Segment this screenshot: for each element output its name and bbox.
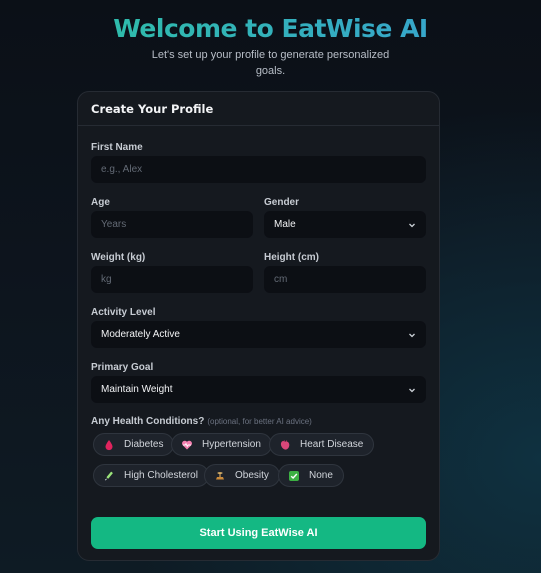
gender-select[interactable]: Male [264, 211, 426, 238]
page-title: Welcome to EatWise AI [0, 14, 541, 43]
primary-goal-value: Maintain Weight [101, 384, 173, 395]
activity-level-label: Activity Level [91, 307, 156, 318]
weight-input[interactable]: kg [91, 266, 253, 293]
form-title: Create Your Profile [78, 92, 439, 126]
condition-chip-diabetes[interactable]: Diabetes [93, 433, 175, 456]
check-box-icon [288, 470, 300, 482]
primary-goal-label: Primary Goal [91, 362, 154, 373]
condition-label: Obesity [235, 470, 269, 481]
syringe-icon [103, 470, 115, 482]
age-label: Age [91, 197, 110, 208]
first-name-label: First Name [91, 142, 143, 153]
condition-chip-obesity[interactable]: Obesity [204, 464, 280, 487]
condition-chip-high-cholesterol[interactable]: High Cholesterol [93, 464, 209, 487]
chevron-down-icon [409, 388, 415, 393]
activity-level-value: Moderately Active [101, 329, 180, 340]
age-input[interactable]: Years [91, 211, 253, 238]
chevron-down-icon [409, 223, 415, 228]
condition-label: Diabetes [124, 439, 164, 450]
primary-goal-select[interactable]: Maintain Weight [91, 376, 426, 403]
profile-form-card: Create Your Profile First Name e.g., Ale… [77, 91, 440, 561]
condition-chip-heart-disease[interactable]: Heart Disease [269, 433, 375, 456]
condition-label: Heart Disease [300, 439, 364, 450]
condition-label: Hypertension [202, 439, 261, 450]
gender-label: Gender [264, 197, 300, 208]
weight-scale-icon [214, 470, 226, 482]
gender-value: Male [274, 219, 296, 230]
start-using-button[interactable]: Start Using EatWise AI [91, 517, 426, 549]
condition-chip-hypertension[interactable]: Hypertension [171, 433, 272, 456]
height-label: Height (cm) [264, 252, 319, 263]
page-subtitle: Let's set up your profile to generate pe… [151, 49, 390, 77]
height-input[interactable]: cm [264, 266, 426, 293]
weight-label: Weight (kg) [91, 252, 146, 263]
health-conditions-hint: (optional, for better AI advice) [207, 417, 312, 426]
chevron-down-icon [409, 333, 415, 338]
condition-label: High Cholesterol [124, 470, 198, 481]
anatomical-heart-icon [279, 439, 291, 451]
health-conditions-label: Any Health Conditions? (optional, for bet… [91, 416, 312, 427]
condition-chip-none[interactable]: None [278, 464, 344, 487]
blood-drop-icon [103, 439, 115, 451]
first-name-input[interactable]: e.g., Alex [91, 156, 426, 183]
health-conditions-title: Any Health Conditions? [91, 416, 205, 427]
heart-pulse-icon [181, 439, 193, 451]
activity-level-select[interactable]: Moderately Active [91, 321, 426, 348]
condition-label: None [309, 470, 333, 481]
